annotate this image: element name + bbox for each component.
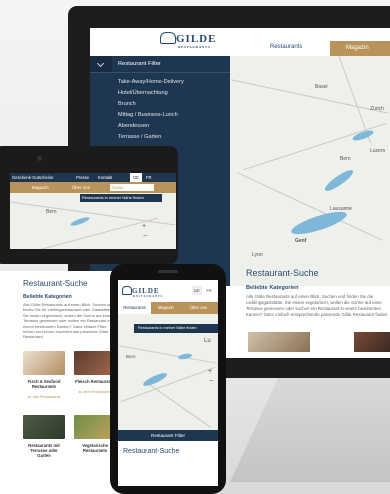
menu-restaurants[interactable]: Restaurants — [118, 302, 151, 314]
chevron-down-icon — [96, 59, 105, 68]
zoom-in-button[interactable]: + — [208, 368, 212, 375]
phone-speaker — [158, 270, 178, 273]
tile-image — [23, 415, 65, 439]
zoom-out-button[interactable]: − — [143, 233, 147, 240]
tile-link[interactable]: zu den Restaurants — [23, 395, 65, 399]
find-nearby-button[interactable]: Restaurants in meiner Nähe finden — [80, 194, 162, 202]
tile-label: Restaurants mit Terrasse oder Garten — [28, 443, 60, 458]
brand-subtitle: RESTAURANTS — [133, 295, 164, 298]
filter-toggle[interactable] — [90, 56, 112, 72]
map-label: Zürich — [370, 106, 384, 112]
tile-label: Fisch & Seafood Restaurants — [27, 379, 61, 389]
category-tile[interactable]: Fisch & Seafood Restaurants zu den Resta… — [23, 351, 65, 399]
filter-item[interactable]: Take-Away/Home-Delivery — [118, 79, 184, 85]
category-tile[interactable]: Restaurants mit Terrasse oder Garten — [23, 415, 65, 458]
tablet-screen: Geschenk-Gutscheine Presse Kontakt DE FR… — [10, 173, 176, 249]
chef-hat-icon — [160, 32, 176, 44]
menu-magazin[interactable]: Magazin — [32, 185, 49, 190]
nav-restaurants[interactable]: Restaurants — [270, 44, 302, 50]
filter-item[interactable]: Brunch — [118, 101, 136, 107]
restaurant-filter-button[interactable]: Restaurant Filter — [118, 430, 218, 441]
tablet-intro-text: Alle Gilde-Restaurants auf einen Blick. … — [23, 302, 114, 340]
find-nearby-button[interactable]: Restaurants in meiner Nähe finden — [134, 324, 218, 333]
tablet-map[interactable]: Bern Restaurants in meiner Nähe finden +… — [10, 193, 176, 249]
lang-fr[interactable]: FR — [204, 286, 214, 295]
filter-item[interactable]: Terrasse / Garten — [118, 134, 161, 140]
phone-menu-bar: Restaurants Magazin Über uns — [118, 302, 218, 314]
nav-magazin[interactable]: Magazin — [330, 41, 390, 56]
topnav-kontakt[interactable]: Kontakt — [98, 175, 112, 180]
topnav-presse[interactable]: Presse — [76, 175, 89, 180]
lang-de[interactable]: DE — [192, 286, 202, 295]
menu-magazin[interactable]: Magazin — [158, 302, 174, 314]
zoom-in-button[interactable]: + — [142, 223, 146, 230]
desktop-header: GILDE RESTAURANTS Restaurants Magazin — [90, 28, 390, 56]
section-title: Restaurant-Suche — [246, 268, 319, 278]
lang-de[interactable]: DE — [130, 173, 142, 182]
tablet-section-title: Restaurant-Suche — [23, 279, 88, 288]
monitor-stand — [230, 378, 390, 482]
map-label: Bern — [46, 209, 57, 215]
brand-subtitle: RESTAURANTS — [178, 45, 211, 49]
map-label: Luzern — [370, 148, 386, 154]
map-label: Lu — [204, 338, 211, 344]
brand-logo[interactable]: GILDE — [132, 287, 160, 295]
tile-image — [23, 351, 65, 375]
tablet-menu-bar: Magazin Über uns Suche — [10, 182, 176, 193]
menu-ueber-uns[interactable]: Über uns — [190, 302, 207, 314]
filter-title: Restaurant Filter — [118, 61, 161, 67]
tablet-categories-title: Beliebte Kategorien — [23, 294, 72, 300]
categories-title: Beliebte Kategorien — [246, 285, 299, 291]
filter-item[interactable]: Hotel/Übernachtung — [118, 90, 168, 96]
menu-ueber-uns[interactable]: Über uns — [72, 185, 90, 190]
lang-fr[interactable]: FR — [146, 175, 152, 180]
tablet-content: Restaurant-Suche Beliebte Kategorien All… — [0, 271, 120, 494]
map-label: Genf — [295, 238, 307, 244]
map-label: Lyon — [252, 252, 263, 258]
topnav-gutscheine[interactable]: Geschenk-Gutscheine — [12, 175, 53, 180]
filter-item[interactable]: Mittag / Business-Lunch — [118, 112, 178, 118]
tablet-topnav: Geschenk-Gutscheine Presse Kontakt DE FR — [10, 173, 176, 182]
map-label: Lausanne — [330, 206, 352, 212]
phone-map[interactable]: Bern Lu Restaurants in meiner Nähe finde… — [118, 314, 218, 430]
map-label: Basel — [315, 84, 328, 90]
map-label: Bern — [340, 156, 351, 162]
search-input[interactable]: Suche — [110, 184, 154, 191]
category-image[interactable] — [248, 332, 310, 352]
filter-item[interactable]: Abendessen — [118, 123, 149, 129]
filter-button-label: Restaurant Filter — [151, 433, 185, 438]
tablet-camera — [37, 156, 42, 161]
zoom-out-button[interactable]: − — [209, 378, 213, 385]
chef-hat-icon — [122, 286, 132, 295]
category-image[interactable] — [354, 332, 390, 352]
map-label: Bern — [126, 354, 136, 359]
intro-text: Alle Gilde Restaurants auf einen Blick. … — [246, 294, 389, 317]
brand-logo[interactable]: GILDE — [176, 33, 216, 45]
phone-screen: GILDE RESTAURANTS DE FR Restaurants Maga… — [118, 280, 218, 486]
phone-section-title: Restaurant-Suche — [123, 448, 180, 455]
